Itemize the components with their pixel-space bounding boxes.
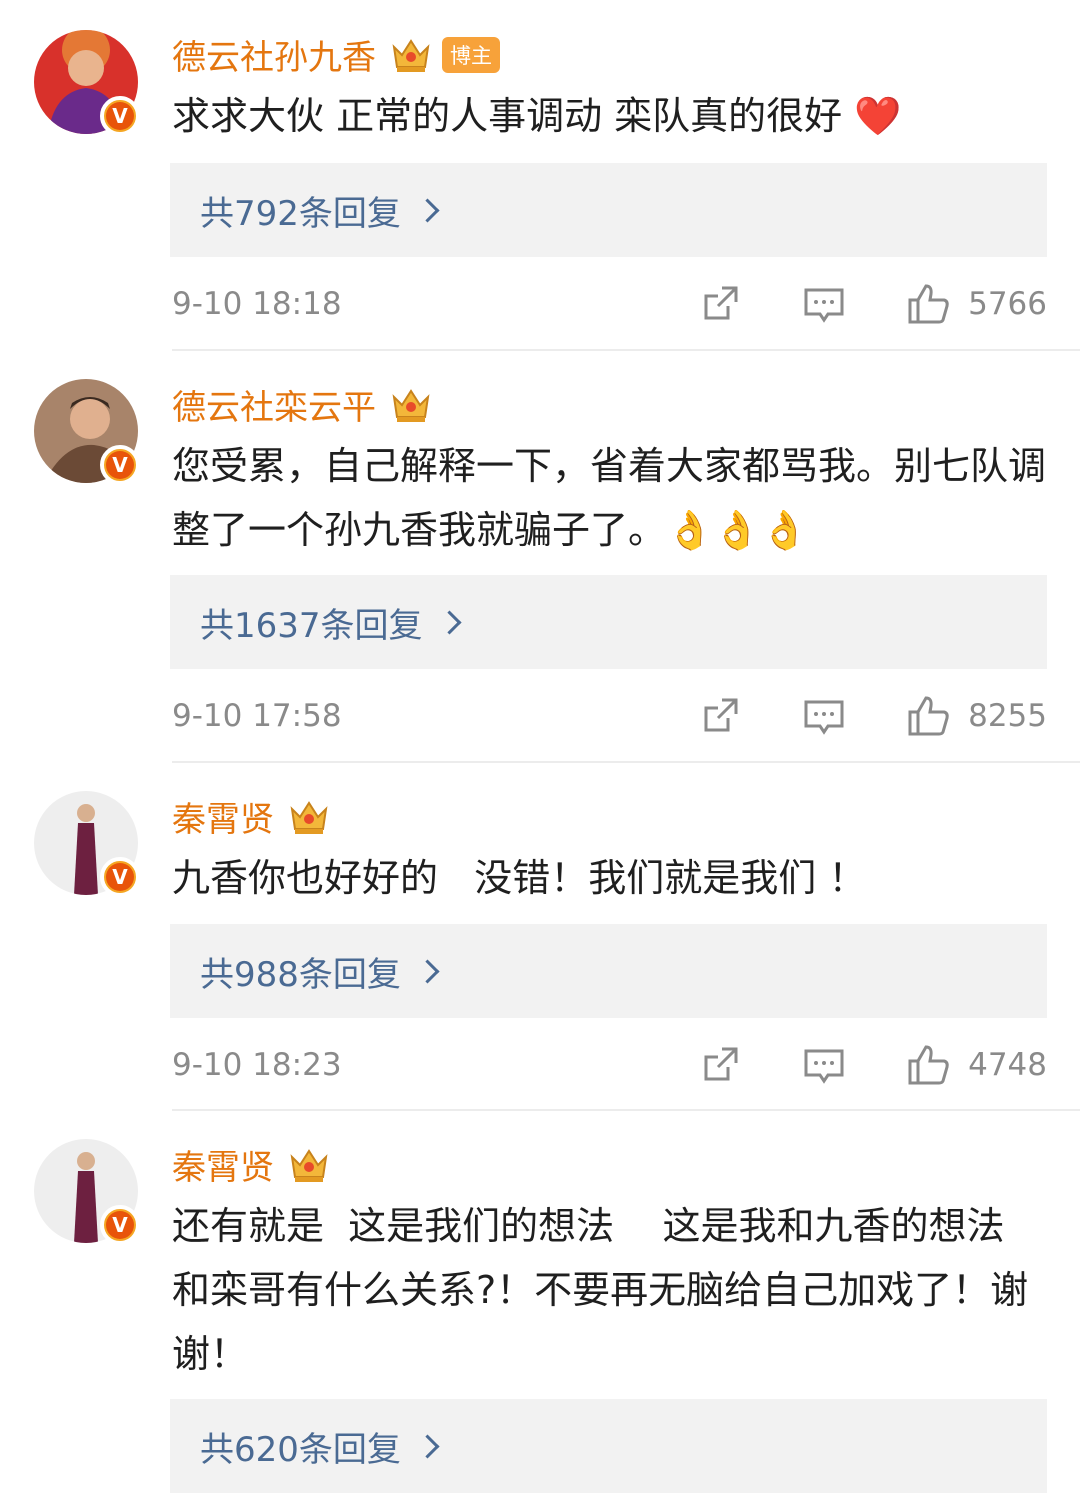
name-row: 德云社孙九香 博主 <box>172 30 500 79</box>
avatar[interactable]: V <box>34 379 140 485</box>
name-row: 秦霄贤 <box>172 792 330 841</box>
share-icon[interactable] <box>698 1043 742 1087</box>
like-count: 4748 <box>968 1047 1047 1083</box>
verified-v-icon: V <box>100 445 140 485</box>
comment-text: 您受累，自己解释一下，省着大家都骂我。别七队调整了一个孙九香我就骗子了。👌👌👌 <box>172 444 1047 552</box>
verified-v-icon: V <box>100 857 140 897</box>
comment-icon[interactable] <box>802 1043 846 1087</box>
verified-v-icon: V <box>100 1205 140 1245</box>
replies-count: 共620条回复 <box>200 1429 401 1470</box>
comment-meta: 9-10 17:58 8255 <box>172 686 1047 746</box>
username[interactable]: 秦霄贤 <box>172 1140 274 1189</box>
crown-icon <box>290 1148 328 1182</box>
replies-link[interactable]: 共988条回复 <box>170 924 1047 1018</box>
verified-v-icon: V <box>100 96 140 136</box>
like-count: 8255 <box>968 698 1047 734</box>
chevron-right-icon <box>437 609 462 635</box>
replies-link[interactable]: 共792条回复 <box>170 163 1047 257</box>
like-icon[interactable] <box>906 1043 950 1087</box>
comment-text: 求求大伙 正常的人事调动 栾队真的很好 ❤️ <box>172 94 902 138</box>
share-icon[interactable] <box>698 282 742 326</box>
comment-text: 还有就是 这是我们的想法 这是我和九香的想法 和栾哥有什么关系?！不要再无脑给自… <box>172 1204 1053 1376</box>
username[interactable]: 德云社栾云平 <box>172 380 376 429</box>
timestamp: 9-10 17:58 <box>172 698 342 734</box>
action-bar: 4748 <box>698 1035 1047 1095</box>
crown-icon <box>392 38 430 72</box>
avatar[interactable]: V <box>34 791 140 897</box>
like-icon[interactable] <box>906 694 950 738</box>
name-row: 德云社栾云平 <box>172 380 432 429</box>
comment-icon[interactable] <box>802 694 846 738</box>
share-icon[interactable] <box>698 694 742 738</box>
timestamp: 9-10 18:18 <box>172 286 342 322</box>
avatar[interactable]: V <box>34 30 140 136</box>
replies-count: 共792条回复 <box>200 193 401 234</box>
comment-meta: 9-10 18:18 5766 <box>172 274 1047 334</box>
divider <box>172 1109 1080 1111</box>
divider <box>172 761 1080 763</box>
username[interactable]: 德云社孙九香 <box>172 30 376 79</box>
comment-meta: 9-10 18:23 4748 <box>172 1035 1047 1095</box>
username[interactable]: 秦霄贤 <box>172 792 274 841</box>
like-icon[interactable] <box>906 282 950 326</box>
timestamp: 9-10 18:23 <box>172 1047 342 1083</box>
replies-count: 共1637条回复 <box>200 605 423 646</box>
replies-link[interactable]: 共620条回复 <box>170 1399 1047 1493</box>
crown-icon <box>392 388 430 422</box>
chevron-right-icon <box>415 197 440 223</box>
like-count: 5766 <box>968 286 1047 322</box>
name-row: 秦霄贤 <box>172 1140 330 1189</box>
action-bar: 5766 <box>698 274 1047 334</box>
author-badge: 博主 <box>442 36 500 73</box>
divider <box>172 349 1080 351</box>
crown-icon <box>290 800 328 834</box>
chevron-right-icon <box>415 958 440 984</box>
avatar[interactable]: V <box>34 1139 140 1245</box>
comment-icon[interactable] <box>802 282 846 326</box>
chevron-right-icon <box>415 1433 440 1459</box>
comment-text: 九香你也好好的 没错！我们就是我们 ！ <box>172 856 867 900</box>
action-bar: 8255 <box>698 686 1047 746</box>
replies-count: 共988条回复 <box>200 954 401 995</box>
replies-link[interactable]: 共1637条回复 <box>170 575 1047 669</box>
